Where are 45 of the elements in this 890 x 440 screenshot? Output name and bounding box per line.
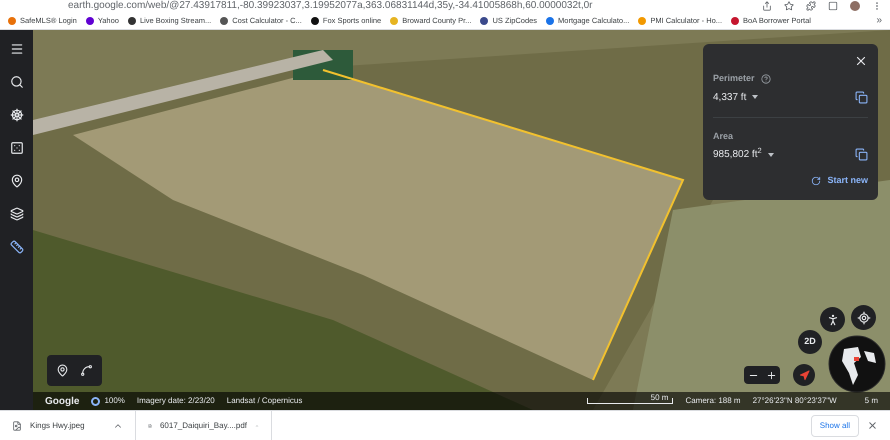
dice-icon[interactable] (10, 141, 24, 155)
locate-icon (856, 310, 870, 324)
star-icon[interactable] (784, 1, 794, 11)
dropdown-caret-icon[interactable] (752, 95, 758, 99)
window-icon[interactable] (828, 1, 838, 11)
elevation: 5 m (864, 395, 878, 407)
imagery-source: Landsat / Copernicus (226, 395, 302, 407)
globe-drawing[interactable] (828, 335, 886, 393)
streaming-ring-icon (91, 396, 100, 406)
start-new-button[interactable]: Start new (811, 174, 868, 188)
puzzle-icon[interactable] (806, 1, 816, 11)
camera-altitude: Camera: 188 m (685, 395, 741, 407)
image-file-icon (12, 420, 22, 430)
download-item[interactable]: 6017_Daiquiri_Bay....pdf (136, 411, 272, 440)
copy-icon[interactable] (855, 148, 868, 161)
address-url[interactable]: earth.google.com/web/@27.43917811,-80.39923037,3.19952077a,363.06831144d,35y,-34.41005868h,60.0000032t,0r (68, 1, 592, 11)
ruler-icon[interactable] (10, 240, 24, 254)
dropdown-caret-icon[interactable] (768, 152, 774, 156)
map-pin-icon[interactable] (56, 364, 70, 377)
copy-icon[interactable] (855, 90, 868, 104)
google-attribution: Google (45, 394, 80, 408)
menu-icon[interactable] (10, 42, 24, 56)
close-icon[interactable] (867, 420, 878, 431)
perimeter-value: 4,337 ft (713, 90, 746, 104)
layers-icon[interactable] (10, 207, 24, 221)
imagery-date: Imagery date: 2/23/20 (136, 395, 215, 407)
zoom-in-icon[interactable] (766, 370, 776, 380)
refresh-icon (811, 176, 822, 186)
loading-percent: 100% (104, 395, 125, 407)
download-item[interactable]: Kings Hwy.jpeg (0, 411, 136, 440)
coordinates: 27°26'23"N 80°23'37"W (752, 395, 837, 407)
ship-wheel-icon[interactable] (10, 108, 24, 122)
path-icon[interactable] (80, 364, 93, 377)
share-icon[interactable] (762, 1, 772, 11)
compass-needle-icon (798, 370, 810, 380)
show-all-button[interactable]: Show all (810, 414, 859, 436)
area-label: Area (713, 130, 734, 142)
perimeter-label: Perimeter (713, 72, 755, 85)
area-value: 985,802 ft$^{2}$ (713, 147, 762, 162)
map-pin-icon[interactable] (10, 174, 24, 188)
bookmarks-overflow[interactable]: » (876, 13, 882, 28)
close-icon[interactable] (854, 54, 868, 68)
scale-label: 50 m (650, 394, 670, 402)
search-icon[interactable] (10, 75, 24, 89)
help-icon[interactable] (760, 74, 771, 84)
